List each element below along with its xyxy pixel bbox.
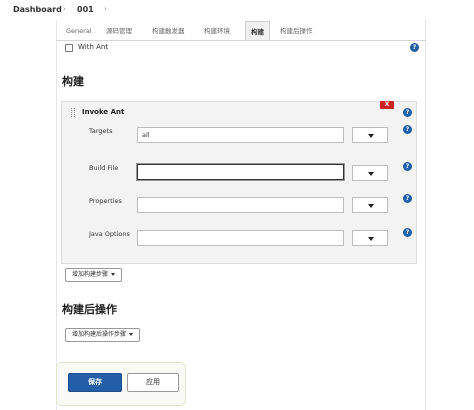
add-post-build-step-label: 增加构建后操作步骤	[72, 331, 127, 338]
add-post-build-step-button[interactable]: 增加构建后操作步骤	[65, 328, 141, 342]
properties-expand-button[interactable]	[352, 197, 388, 213]
with-ant-checkbox[interactable]	[65, 44, 73, 52]
build-file-input[interactable]	[137, 164, 344, 180]
tab-general[interactable]: General	[66, 21, 92, 41]
help-icon[interactable]: ?	[403, 162, 412, 171]
tab-post-build[interactable]: 构建后操作	[280, 21, 313, 41]
tab-build-environment[interactable]: 构建环境	[204, 21, 230, 41]
step-title: Invoke Ant	[82, 108, 125, 116]
caret-down-icon	[368, 172, 374, 176]
tab-scm[interactable]: 源码管理	[106, 21, 132, 41]
tabs-divider	[56, 40, 426, 41]
java-options-expand-button[interactable]	[352, 230, 388, 246]
add-build-step-button[interactable]: 增加构建步骤	[65, 268, 123, 282]
help-icon[interactable]: ?	[403, 228, 412, 237]
help-icon[interactable]: ?	[403, 125, 412, 134]
breadcrumb-separator-icon[interactable]: ›	[104, 5, 107, 13]
drag-handle-icon[interactable]	[71, 108, 75, 117]
post-build-section-title: 构建后操作	[62, 303, 117, 316]
breadcrumb-job[interactable]: 001	[77, 5, 94, 14]
build-section-title: 构建	[62, 75, 84, 88]
caret-down-icon	[129, 333, 134, 336]
caret-down-icon	[368, 204, 374, 208]
add-build-step-label: 增加构建步骤	[72, 271, 109, 278]
java-options-label: Java Options	[89, 230, 130, 238]
save-button[interactable]: 保存	[68, 373, 122, 392]
targets-input[interactable]: all	[137, 127, 344, 143]
help-icon[interactable]: ?	[410, 43, 419, 52]
caret-down-icon	[368, 134, 374, 138]
build-file-label: Build File	[89, 164, 119, 172]
caret-down-icon	[368, 237, 374, 241]
help-icon[interactable]: ?	[403, 108, 412, 117]
delete-step-button[interactable]: X	[380, 101, 394, 109]
properties-input[interactable]	[137, 197, 344, 213]
tab-build-triggers[interactable]: 构建触发器	[152, 21, 185, 41]
breadcrumb: Dashboard › 001 ›	[0, 0, 474, 20]
tab-build[interactable]: 构建	[245, 21, 270, 41]
apply-button[interactable]: 应用	[127, 373, 179, 392]
with-ant-label: With Ant	[78, 43, 109, 51]
properties-label: Properties	[89, 197, 122, 205]
breadcrumb-separator-icon[interactable]: ›	[63, 5, 66, 13]
targets-expand-button[interactable]	[352, 127, 388, 143]
help-icon[interactable]: ?	[403, 194, 412, 203]
caret-down-icon	[111, 273, 116, 276]
breadcrumb-dashboard[interactable]: Dashboard	[13, 5, 62, 14]
build-file-expand-button[interactable]	[352, 165, 388, 181]
targets-label: Targets	[89, 127, 113, 135]
java-options-input[interactable]	[137, 230, 344, 246]
